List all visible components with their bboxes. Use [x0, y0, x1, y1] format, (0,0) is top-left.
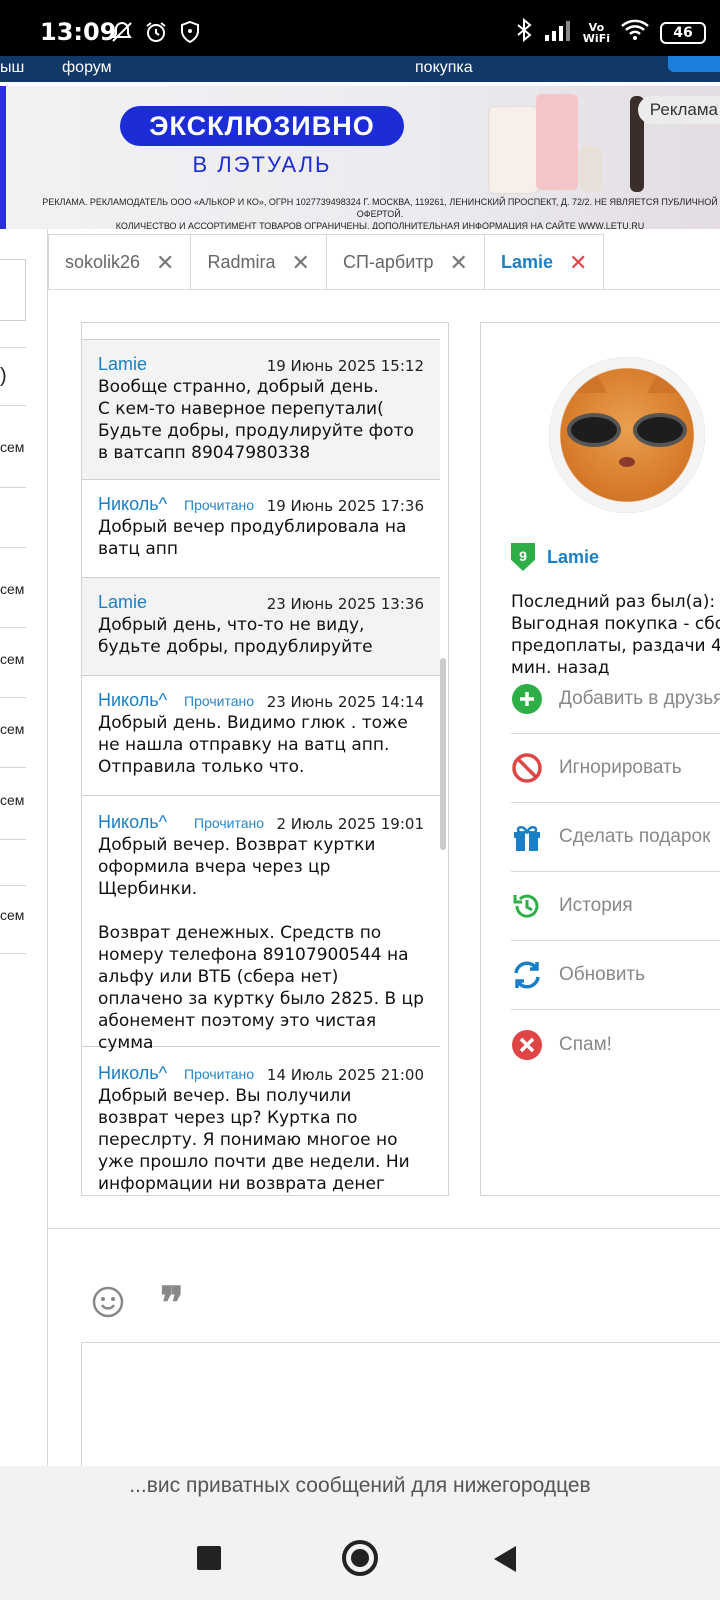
nav-item-forum[interactable]: форум [62, 59, 112, 77]
message-author[interactable]: Николь^ [98, 1063, 167, 1084]
ad-label: Реклама [637, 96, 720, 124]
close-icon[interactable]: ✕ [292, 250, 310, 276]
message-date: 14 Июль 2025 21:00 [266, 1066, 424, 1084]
cosmetic-cream-image [580, 146, 602, 192]
quote-icon[interactable]: ❞ [160, 1282, 184, 1326]
message-body: Добрый день. Видимо глюк . тоже не нашла… [98, 713, 408, 777]
profile-panel: 9 Lamie Последний раз был(а): Выгодная п… [480, 322, 720, 1196]
system-nav-bar [0, 1506, 720, 1600]
read-status: Прочитано [194, 815, 264, 831]
sidebar-label-5[interactable]: сем [0, 792, 24, 808]
status-bar: 13:09 Vo WiFi 46 [0, 0, 720, 56]
history-icon [511, 890, 543, 922]
read-status: Прочитано [184, 693, 254, 709]
vowifi-indicator: Vo WiFi [582, 20, 610, 45]
cell-signal-icon [543, 19, 573, 46]
alarm-icon [144, 20, 168, 44]
wifi-icon [620, 18, 650, 47]
spam-button[interactable]: Спам! [511, 1010, 720, 1079]
recents-icon[interactable] [197, 1546, 221, 1570]
message-thread[interactable]: Lamie 19 Июнь 2025 15:12 Вообще странно,… [81, 322, 449, 1196]
spam-icon [511, 1029, 543, 1061]
nav-item-fragment[interactable]: ыш [0, 59, 24, 77]
ignore-button[interactable]: Игнорировать [511, 734, 720, 803]
message-input[interactable] [81, 1342, 720, 1472]
message-author[interactable]: Николь^ [98, 494, 167, 515]
sidebar-box[interactable] [0, 259, 26, 321]
message-date: 23 Июнь 2025 14:14 [266, 693, 424, 711]
smile-icon[interactable] [92, 1286, 124, 1318]
sidebar-label-4[interactable]: сем [0, 721, 24, 737]
gift-button[interactable]: Сделать подарок [511, 803, 720, 872]
sidebar-label-2[interactable]: сем [0, 581, 24, 597]
close-icon[interactable]: ✕ [156, 250, 174, 276]
read-status: Прочитано [184, 497, 254, 513]
conversation-tabs: sokolik26 ✕ Radmira ✕ СП-арбитр ✕ Lamie ✕ [48, 234, 605, 290]
ad-accent-bar [0, 86, 6, 229]
nav-menu-button[interactable] [668, 56, 720, 72]
left-sidebar-cutoff: ) сем сем сем сем сем сем [0, 229, 48, 1467]
message-body: Добрый вечер. Вы получили возврат через … [98, 1086, 410, 1194]
sidebar-label-3[interactable]: сем [0, 651, 24, 667]
message-author[interactable]: Николь^ [98, 812, 167, 833]
cosmetic-bottle-image [488, 106, 538, 194]
read-status: Прочитано [184, 1066, 254, 1082]
tab-sp-arbitr[interactable]: СП-арбитр ✕ [325, 234, 485, 290]
message-body: Вообще странно, добрый день. С кем-то на… [98, 377, 414, 463]
list-item: Николь^ Прочитано 14 Июль 2025 21:00 Доб… [82, 1047, 440, 1195]
message-author[interactable]: Lamie [98, 592, 147, 613]
ad-subline: В ЛЭТУАЛЬ [192, 152, 332, 177]
nav-item-purchase[interactable]: покупка [415, 59, 473, 77]
list-item: Николь^ Прочитано 19 Июнь 2025 17:36 Доб… [82, 480, 440, 578]
site-nav: ыш форум покупка [0, 56, 720, 82]
close-icon[interactable]: ✕ [569, 250, 587, 276]
message-body: Добрый вечер. Возврат куртки оформила вч… [98, 835, 424, 1053]
message-body: Добрый вечер продублировала на ватц апп [98, 517, 407, 559]
add-friend-icon [511, 683, 543, 715]
ad-legal-text: РЕКЛАМА. РЕКЛАМОДАТЕЛЬ ООО «АЛЬКОР И КО»… [42, 197, 718, 229]
tab-lamie[interactable]: Lamie ✕ [483, 234, 605, 290]
message-author[interactable]: Lamie [98, 354, 147, 375]
list-item: Lamie 19 Июнь 2025 15:12 Вообще странно,… [82, 339, 440, 480]
gift-icon [511, 821, 543, 853]
tab-sokolik26[interactable]: sokolik26 ✕ [48, 234, 192, 290]
rank-badge: 9 [511, 543, 535, 571]
status-time: 13:09 [40, 18, 117, 46]
sidebar-paren: ) [0, 365, 7, 387]
message-date: 19 Июнь 2025 17:36 [266, 497, 424, 515]
add-friend-button[interactable]: Добавить в друзья [511, 665, 720, 734]
profile-name[interactable]: Lamie [547, 547, 599, 568]
message-date: 2 Июль 2025 19:01 [276, 815, 424, 833]
message-body: Добрый день, что-то не виду, будьте добр… [98, 615, 373, 657]
message-author[interactable]: Николь^ [98, 690, 167, 711]
home-icon[interactable] [342, 1540, 378, 1576]
block-icon [511, 752, 543, 784]
message-date: 19 Июнь 2025 15:12 [266, 357, 424, 375]
refresh-icon [511, 959, 543, 991]
avatar[interactable] [549, 357, 705, 513]
bluetooth-icon [515, 17, 533, 47]
scrollbar-thumb[interactable] [440, 658, 446, 850]
sidebar-label-1[interactable]: сем [0, 439, 24, 455]
battery-indicator: 46 [660, 21, 706, 44]
list-item: Николь^ Прочитано 23 Июнь 2025 14:14 Доб… [82, 676, 440, 796]
shield-icon [178, 20, 202, 44]
list-item: Lamie 23 Июнь 2025 13:36 Добрый день, чт… [82, 578, 440, 676]
sidebar-label-6[interactable]: сем [0, 907, 24, 923]
ad-banner[interactable]: ЭКСКЛЮЗИВНО В ЛЭТУАЛЬ РЕКЛАМА. РЕКЛАМОДА… [0, 86, 720, 229]
back-icon[interactable] [494, 1546, 516, 1572]
list-item: Николь^ Прочитано 2 Июль 2025 19:01 Добр… [82, 796, 440, 1053]
message-date: 23 Июнь 2025 13:36 [266, 595, 424, 613]
ad-headline: ЭКСКЛЮЗИВНО [120, 106, 404, 146]
refresh-button[interactable]: Обновить [511, 941, 720, 1010]
page-title: ...вис приватных сообщений для нижегород… [0, 1466, 720, 1506]
mute-notifications-icon [110, 20, 134, 44]
history-button[interactable]: История [511, 872, 720, 941]
cosmetic-jar-image [536, 94, 578, 190]
profile-name-row: 9 Lamie [511, 543, 599, 571]
close-icon[interactable]: ✕ [450, 250, 468, 276]
tab-radmira[interactable]: Radmira ✕ [190, 234, 327, 290]
